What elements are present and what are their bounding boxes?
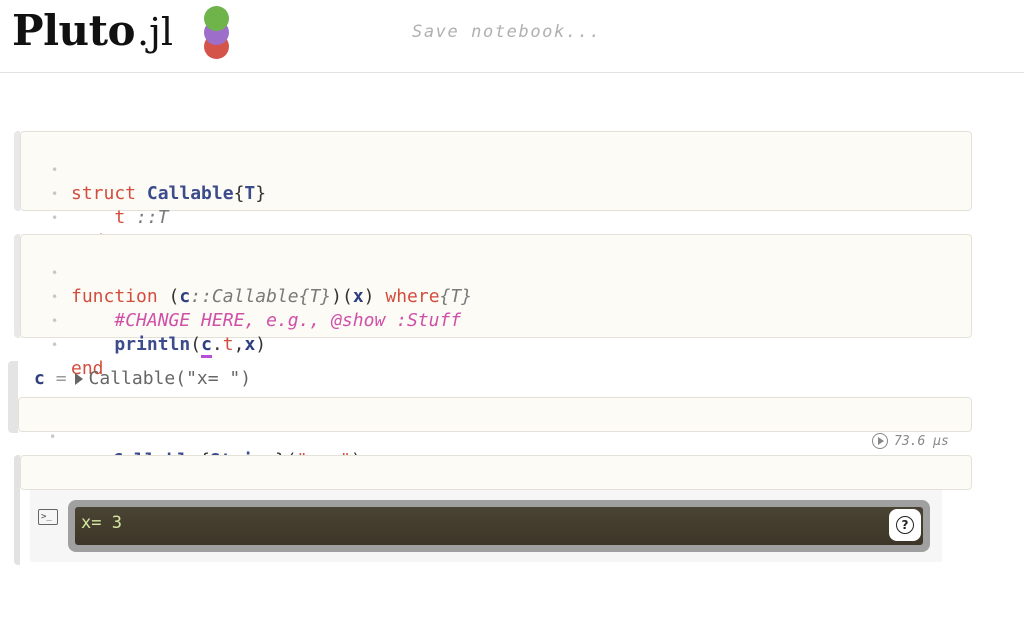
green-dot-icon — [204, 6, 229, 31]
logo-text: Pluto — [12, 6, 136, 55]
cell-output: c = Callable("x= ") — [34, 368, 251, 389]
field-name: t — [222, 334, 234, 355]
variable: x — [352, 286, 364, 307]
output-value[interactable]: Callable("x= ") — [89, 368, 252, 389]
type-annotation: Callable{T} — [211, 286, 332, 307]
output-variable: c — [34, 368, 45, 389]
line-bullet-icon: • — [51, 338, 59, 352]
stdout-text: x= 3 — [81, 513, 122, 533]
code-line: • c(3) — [21, 459, 114, 532]
notebook-cell: • function (c::Callable{T})(x) where{T} … — [14, 234, 972, 379]
cell-shoulder[interactable] — [8, 361, 18, 433]
paren: ) — [363, 286, 375, 307]
code-line: • struct Callable{T} — [21, 134, 266, 204]
paren: )( — [331, 286, 353, 307]
notebook-cell: • struct Callable{T} • t ::T • end — [14, 131, 972, 252]
type-annotation-op: :: — [190, 286, 212, 307]
function-name: println — [114, 334, 191, 355]
brace: { — [233, 183, 245, 204]
save-notebook-input[interactable]: Save notebook... — [412, 22, 601, 42]
comment: #CHANGE HERE, e.g., @show :Stuff — [114, 310, 462, 331]
variable: c — [179, 286, 191, 307]
code-line: • c = Callable{String}("x= ") — [19, 401, 362, 474]
type-annotation: T — [157, 207, 169, 228]
code-line: • end — [21, 309, 104, 379]
brace: } — [255, 183, 267, 204]
terminal-icon: >_ — [38, 509, 58, 525]
help-button[interactable]: ? — [889, 509, 921, 541]
code-line: • println(c.t,x) — [21, 285, 266, 358]
paren: ( — [190, 334, 202, 355]
output-equals: = — [55, 368, 67, 389]
code-line: • function (c::Callable{T})(x) where{T} — [21, 237, 472, 307]
field-name: t — [114, 207, 126, 228]
comma: , — [233, 334, 245, 355]
logo-suffix: .jl — [137, 10, 174, 54]
terminal-frame: x= 3 ? — [68, 500, 930, 552]
expand-triangle-icon[interactable] — [74, 373, 83, 385]
type-annotation: {T} — [439, 286, 473, 307]
code-editor[interactable]: • function (c::Callable{T})(x) where{T} … — [20, 234, 972, 379]
dot: . — [211, 334, 223, 355]
code-line: • t ::T — [21, 158, 169, 228]
variable-reference[interactable]: c — [201, 334, 212, 358]
code-line: • end — [21, 182, 104, 252]
stdout-panel: >_ x= 3 ? — [30, 490, 942, 562]
variable: x — [244, 334, 256, 355]
code-editor[interactable]: • struct Callable{T} • t ::T • end — [20, 131, 972, 252]
line-bullet-icon: • — [49, 430, 57, 444]
type-annotation-op: :: — [136, 207, 158, 228]
paren: ) — [255, 334, 267, 355]
code-line: • #CHANGE HERE, e.g., @show :Stuff — [21, 261, 461, 331]
code-editor[interactable]: • c(3) — [20, 455, 972, 532]
runtime-indicator: 73.6 μs — [872, 433, 949, 449]
type-name: Callable — [146, 183, 234, 204]
paren: ( — [168, 286, 180, 307]
header: Pluto .jl Save notebook... — [0, 0, 1024, 73]
pluto-logo[interactable]: Pluto .jl — [12, 6, 173, 62]
line-bullet-icon: • — [51, 211, 59, 225]
terminal-screen[interactable]: x= 3 ? — [75, 507, 923, 545]
question-mark-icon: ? — [896, 516, 914, 534]
code-editor[interactable]: • c = Callable{String}("x= ") — [18, 397, 972, 474]
keyword: where — [385, 286, 440, 307]
type-param: T — [244, 183, 256, 204]
runtime-text: 73.6 μs — [894, 433, 949, 449]
pluto-logo-dots-icon — [202, 6, 232, 60]
run-cell-icon[interactable] — [872, 433, 888, 449]
